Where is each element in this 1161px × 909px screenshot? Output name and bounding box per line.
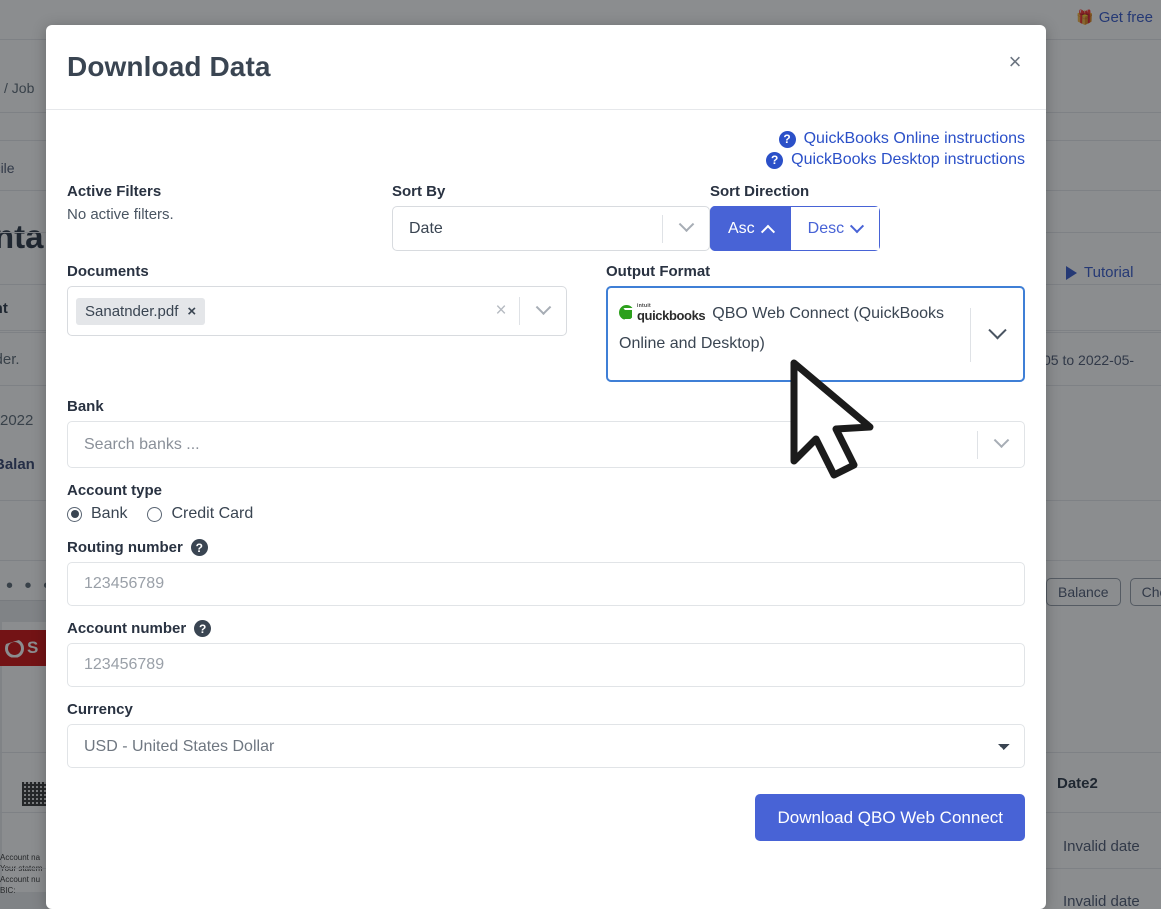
sort-desc-button[interactable]: Desc (790, 206, 881, 251)
modal-body: ? QuickBooks Online instructions ? Quick… (46, 110, 1046, 841)
bank-placeholder: Search banks ... (84, 435, 200, 453)
account-type-radio-credit-card[interactable]: Credit Card (147, 505, 253, 523)
radio-icon (67, 506, 82, 522)
help-circle-icon[interactable]: ? (190, 539, 208, 556)
sort-desc-label: Desc (807, 219, 845, 237)
quickbooks-online-instructions-link[interactable]: ? QuickBooks Online instructions (778, 130, 1025, 148)
download-data-modal: Download Data × ? QuickBooks Online inst… (46, 25, 1046, 909)
sort-asc-label: Asc (728, 219, 755, 237)
documents-output-row: Documents Sanatnder.pdf × × Output Forma… (67, 263, 1025, 382)
page-root: 🎁 Get free / Job oncile nta ment tnder. … (0, 0, 1161, 909)
chevron-down-icon[interactable] (663, 216, 709, 234)
active-filters-label: Active Filters (67, 183, 162, 200)
close-icon[interactable]: × (1001, 48, 1029, 76)
active-filters-value: No active filters. (67, 206, 174, 223)
chevron-down-icon[interactable] (978, 432, 1024, 450)
close-icon[interactable]: × (187, 303, 196, 320)
document-chip-label: Sanatnder.pdf (85, 302, 179, 320)
help-circle-icon[interactable]: ? (194, 620, 212, 637)
account-type-radio-bank[interactable]: Bank (67, 505, 127, 523)
chevron-up-icon (760, 224, 775, 239)
sort-by-select[interactable]: Date (392, 206, 710, 251)
sort-direction-button-group: Asc Desc (710, 206, 881, 251)
currency-select[interactable]: USD - United States Dollar (67, 724, 1025, 768)
modal-footer: Download QBO Web Connect (67, 794, 1025, 841)
link-label: QuickBooks Desktop instructions (791, 151, 1025, 168)
document-chip[interactable]: Sanatnder.pdf × (76, 297, 206, 325)
bank-block: Bank Search banks ... (67, 398, 1025, 468)
filters-sort-row: Active Filters No active filters. Sort B… (67, 183, 1025, 251)
quickbooks-wordmark: quickbooks (637, 307, 706, 323)
quickbooks-logo-icon: intuit quickbooks (619, 303, 706, 323)
routing-number-input[interactable] (67, 562, 1025, 606)
instruction-links: ? QuickBooks Online instructions ? Quick… (67, 130, 1025, 169)
bank-label: Bank (67, 398, 104, 415)
chevron-down-icon (850, 218, 865, 233)
chevron-down-icon[interactable] (971, 288, 1023, 380)
radio-icon (147, 506, 163, 522)
documents-multiselect[interactable]: Sanatnder.pdf × × (67, 286, 567, 336)
active-filters-block: Active Filters No active filters. (67, 183, 392, 251)
output-format-label: Output Format (606, 263, 711, 280)
sort-by-label: Sort By (392, 183, 446, 200)
download-qbo-web-connect-button[interactable]: Download QBO Web Connect (755, 794, 1025, 841)
clear-icon[interactable]: × (483, 300, 519, 322)
documents-block: Documents Sanatnder.pdf × × (67, 263, 567, 382)
routing-number-block: Routing number ? (67, 539, 1025, 606)
sort-asc-button[interactable]: Asc (710, 206, 791, 251)
account-number-input[interactable] (67, 643, 1025, 687)
sort-direction-label: Sort Direction (710, 183, 810, 200)
chevron-down-icon[interactable] (520, 298, 566, 317)
documents-label: Documents (67, 263, 149, 280)
account-type-radio-group: Bank Credit Card (67, 505, 1025, 523)
modal-header: Download Data × (46, 25, 1046, 110)
account-type-block: Account type Bank Credit Card (67, 482, 1025, 523)
radio-label: Credit Card (171, 505, 254, 522)
bank-select[interactable]: Search banks ... (67, 421, 1025, 468)
link-label: QuickBooks Online instructions (803, 130, 1025, 147)
routing-number-label: Routing number ? (67, 539, 1025, 556)
account-number-block: Account number ? (67, 620, 1025, 687)
output-format-select[interactable]: intuit quickbooks QBO Web Connect (Quick… (606, 286, 1025, 382)
currency-block: Currency USD - United States Dollar (67, 701, 1025, 768)
output-format-value-wrap: intuit quickbooks QBO Web Connect (Quick… (608, 288, 970, 370)
currency-label: Currency (67, 701, 133, 718)
quickbooks-mark-icon (619, 305, 634, 322)
sort-by-block: Sort By Date (392, 183, 710, 251)
help-circle-icon: ? (778, 130, 796, 148)
sort-by-value: Date (409, 219, 443, 237)
output-format-block: Output Format intuit quickbooks QBO Web … (606, 263, 1025, 382)
account-number-label-text: Account number (67, 620, 187, 637)
sort-direction-block: Sort Direction Asc Desc (710, 183, 1025, 251)
routing-number-label-text: Routing number (67, 539, 183, 556)
account-type-label: Account type (67, 482, 163, 499)
radio-label: Bank (91, 505, 128, 522)
quickbooks-desktop-instructions-link[interactable]: ? QuickBooks Desktop instructions (766, 151, 1025, 169)
modal-title: Download Data (67, 51, 271, 82)
account-number-label: Account number ? (67, 620, 1025, 637)
help-circle-icon: ? (766, 151, 784, 169)
